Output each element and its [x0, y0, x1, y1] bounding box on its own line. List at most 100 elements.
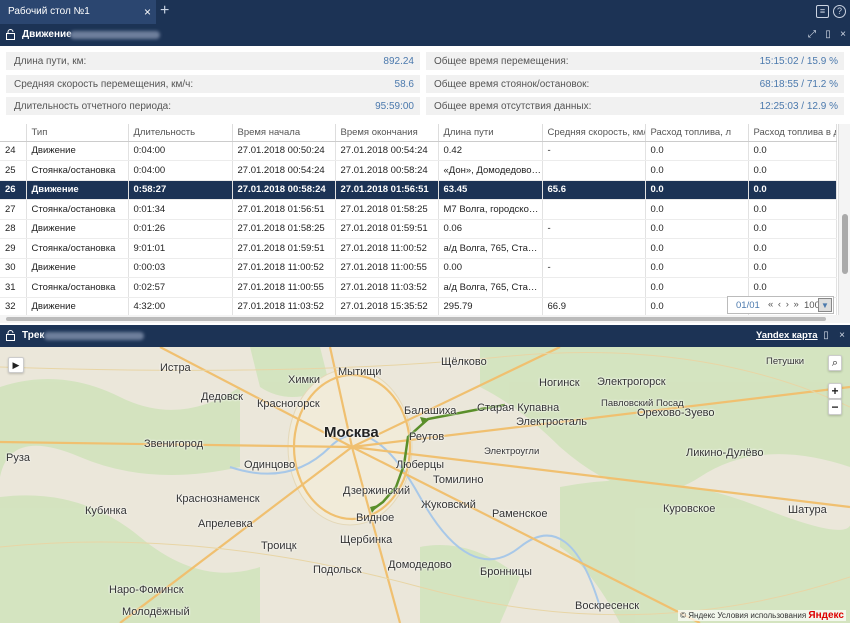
table-cell: 63.45 — [438, 180, 543, 200]
map-label: Куровское — [663, 503, 716, 515]
help-icon[interactable]: ? — [833, 5, 846, 18]
table-cell: М7 Волга, городское поселение Монино, Щё… — [438, 199, 543, 220]
table-row[interactable]: 28 Движение 0:01:26 27.01.2018 01:58:25 27.0… — [0, 219, 837, 239]
map-search-icon[interactable]: ⌕ — [828, 355, 842, 371]
map-label: Электросталь — [516, 416, 587, 428]
scroll-thumb[interactable] — [6, 317, 826, 321]
table-row[interactable]: 27 Стоянка/остановка 0:01:34 27.01.2018 01:… — [0, 199, 837, 220]
movement-panel-header: Движение ⤢ ▯ × — [0, 24, 850, 46]
table-cell: 0.0 — [748, 180, 837, 200]
map-label: Наро-Фоминск — [109, 584, 184, 596]
column-header[interactable]: Расход топлива, л — [645, 124, 749, 142]
table-row[interactable]: 32 Движение 4:32:00 27.01.2018 11:03:52 27.0… — [0, 297, 837, 316]
column-header[interactable]: Длительность — [128, 124, 233, 142]
column-header[interactable] — [0, 124, 27, 142]
zoom-in-button[interactable]: + — [828, 383, 842, 399]
map-label: Красногорск — [257, 398, 320, 410]
column-header[interactable]: Время окончания — [335, 124, 439, 142]
table-cell: 0.00 — [438, 258, 543, 278]
column-header[interactable]: Средняя скорость, км/ч — [542, 124, 646, 142]
table-cell: 0.0 — [645, 160, 749, 181]
map-label: Истра — [160, 362, 191, 374]
map-label: Балашиха — [404, 405, 457, 417]
copyright-text[interactable]: © Яндекс Условия использования — [680, 611, 806, 620]
table-cell: 0.0 — [748, 141, 837, 161]
table-cell: 27.01.2018 00:54:24 — [232, 160, 336, 181]
zoom-out-button[interactable]: − — [828, 399, 842, 415]
table-cell: 27.01.2018 01:59:51 — [335, 219, 439, 239]
yandex-logo: Яндекс — [808, 610, 844, 621]
map-label: Раменское — [492, 508, 548, 520]
lock-icon[interactable] — [6, 330, 15, 341]
map-label: Бронницы — [480, 566, 532, 578]
split-icon[interactable]: ▯ — [822, 29, 834, 41]
top-bar: Рабочий стол №1 × + ≡ ? — [0, 0, 850, 24]
page-nav-buttons[interactable]: « ‹ › » — [768, 299, 800, 310]
table-cell: 25 — [0, 160, 27, 181]
table-cell: 27.01.2018 01:56:51 — [335, 180, 439, 200]
tab-desktop-1[interactable]: Рабочий стол №1 × — [0, 0, 156, 24]
track-map[interactable]: Москва Балашиха Реутов Люберцы Дзержинск… — [0, 347, 850, 623]
map-label: Щербинка — [340, 534, 393, 546]
table-cell: а/д Волга, 765, Старая Купавна, Московск… — [438, 277, 543, 298]
vertical-scrollbar[interactable] — [838, 124, 850, 316]
lock-icon[interactable] — [6, 29, 15, 40]
table-row[interactable]: 30 Движение 0:00:03 27.01.2018 11:00:52 27.0… — [0, 258, 837, 278]
split-icon[interactable]: ▯ — [820, 330, 832, 342]
horizontal-scrollbar[interactable] — [0, 315, 850, 323]
column-header[interactable]: Время начала — [232, 124, 336, 142]
map-label: Орехово-Зуево — [637, 407, 715, 419]
map-label: Жуковский — [421, 499, 476, 511]
close-icon[interactable]: × — [837, 29, 849, 41]
play-button[interactable]: ▶ — [8, 357, 24, 373]
table-cell: 0.0 — [645, 141, 749, 161]
table-cell: Стоянка/остановка — [26, 238, 129, 259]
map-label: Подольск — [313, 564, 362, 576]
summary-value: 58.6 — [394, 79, 414, 90]
map-label: Кубинка — [85, 505, 127, 517]
table-row[interactable]: 26 Движение 0:58:27 27.01.2018 00:58:24 27.0… — [0, 180, 837, 200]
map-label: Петушки — [766, 356, 805, 367]
summary-row: Длительность отчетного периода: 95:59:00 — [6, 97, 420, 115]
table-cell: 66.9 — [542, 297, 646, 316]
table-row[interactable]: 31 Стоянка/остановка 0:02:57 27.01.2018 11:… — [0, 277, 837, 298]
table-cell: 30 — [0, 258, 27, 278]
table-cell: 31 — [0, 277, 27, 298]
map-label: Ногинск — [539, 377, 580, 389]
map-label: Одинцово — [244, 459, 296, 471]
summary-row: Общее время перемещения: 15:15:02 / 15.9… — [426, 52, 844, 70]
close-icon[interactable]: × — [836, 330, 848, 342]
map-provider-link[interactable]: Yandex карта — [756, 330, 818, 341]
table-row[interactable]: 25 Стоянка/остановка 0:04:00 27.01.2018 00:… — [0, 160, 837, 181]
table-cell: Движение — [26, 258, 129, 278]
map-label: Томилино — [433, 474, 484, 486]
column-header[interactable]: Тип — [26, 124, 129, 142]
table-row[interactable]: 29 Стоянка/остановка 9:01:01 27.01.2018 01:… — [0, 238, 837, 259]
table-cell: 27.01.2018 00:58:24 — [335, 160, 439, 181]
summary-label: Длина пути, км: — [14, 56, 87, 67]
expand-icon[interactable]: ⤢ — [806, 29, 818, 41]
page-size-dropdown-icon[interactable]: ▼ — [818, 298, 832, 312]
table-cell: 0.0 — [748, 258, 837, 278]
chat-icon[interactable]: ≡ — [816, 5, 829, 18]
table-cell: 27 — [0, 199, 27, 220]
table-cell: 0.0 — [748, 219, 837, 239]
tab-close-icon[interactable]: × — [144, 5, 151, 19]
table-cell: 4:32:00 — [128, 297, 233, 316]
map-label: Апрелевка — [198, 518, 253, 530]
summary-row: Общее время отсутствия данных: 12:25:03 … — [426, 97, 844, 115]
table-cell: 0.0 — [645, 258, 749, 278]
map-label: Воскресенск — [575, 600, 640, 612]
vehicle-name-redacted — [70, 31, 160, 39]
table-row[interactable]: 24 Движение 0:04:00 27.01.2018 00:50:24 27.0… — [0, 141, 837, 161]
column-header[interactable]: Длина пути — [438, 124, 543, 142]
column-header[interactable]: Расход топлива в движе... — [748, 124, 837, 142]
map-label: Электроугли — [484, 446, 540, 457]
table-cell: 27.01.2018 01:56:51 — [232, 199, 336, 220]
map-copyright: © Яндекс Условия использования Яндекс — [678, 610, 846, 621]
map-label: Старая Купавна — [477, 402, 560, 414]
map-label: Реутов — [409, 431, 445, 443]
add-tab-button[interactable]: + — [160, 2, 169, 20]
table-cell: 27.01.2018 01:58:25 — [335, 199, 439, 220]
scroll-thumb[interactable] — [842, 214, 848, 274]
